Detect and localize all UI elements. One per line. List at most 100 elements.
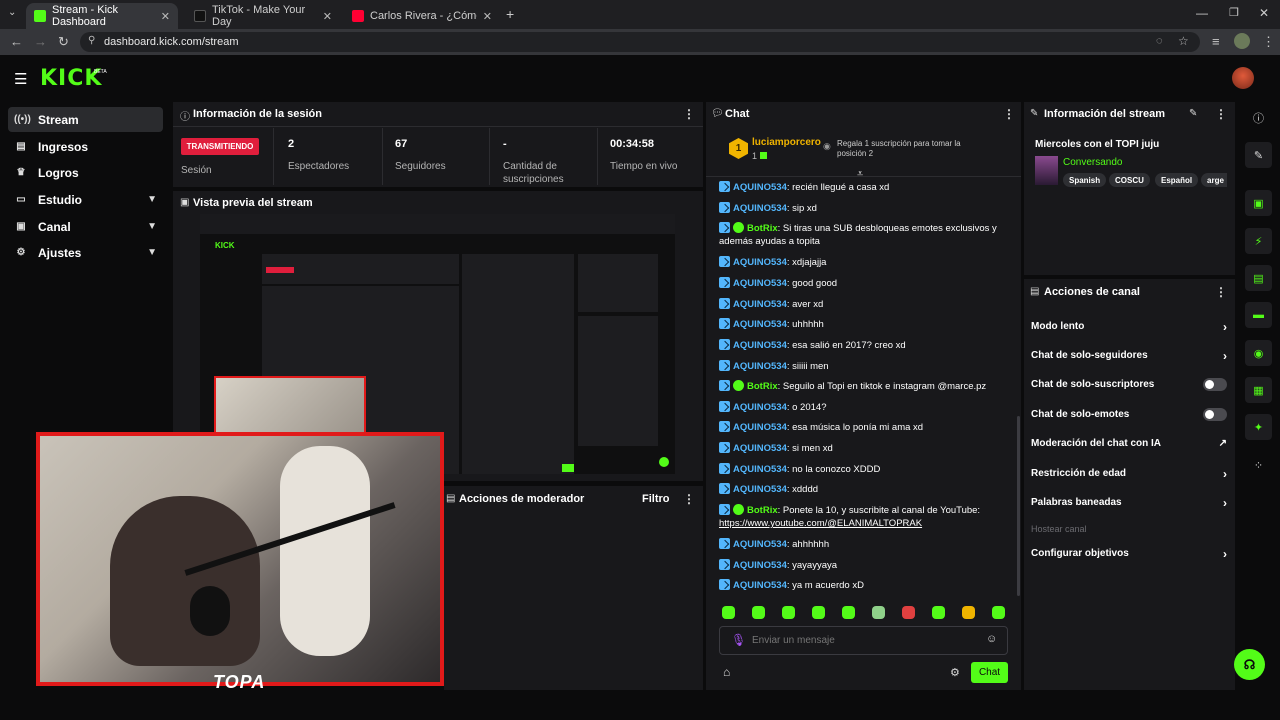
sidebar-item-ingresos[interactable]: ▤ Ingresos <box>8 134 163 159</box>
forward-icon[interactable]: → <box>34 34 47 49</box>
chat-link[interactable]: https://www.youtube.com/@ELANIMALTOPRAK <box>719 518 922 529</box>
help-support-button[interactable]: ☊ <box>1234 649 1265 680</box>
top-gifter-name[interactable]: luciamporcero <box>752 137 821 148</box>
chat-username[interactable]: AQUINO534 <box>733 278 787 289</box>
tab-search-icon[interactable]: ⌄ <box>8 7 16 18</box>
channel-action-5[interactable]: Restricción de edad › <box>1031 466 1227 481</box>
eye-off-icon[interactable]: ◌ <box>1156 35 1163 47</box>
broadcast-icon[interactable]: ◉ <box>1245 340 1272 366</box>
sidebar-item-canal[interactable]: ▣ Canal ▼ <box>8 214 163 239</box>
chat-username[interactable]: AQUINO534 <box>733 580 787 591</box>
stream-info-menu-icon[interactable]: ⋮ <box>1215 107 1227 121</box>
reload-icon[interactable]: ↻ <box>58 34 69 50</box>
tab-kick-dashboard[interactable]: Stream - Kick Dashboard ✕ <box>26 3 178 29</box>
chat-message-input[interactable] <box>752 631 972 650</box>
url-input[interactable]: ⚲ dashboard.kick.com/stream ◌ ☆ <box>80 32 1200 52</box>
category-thumbnail[interactable] <box>1035 156 1058 185</box>
minimize-icon[interactable]: — <box>1196 6 1208 20</box>
user-avatar[interactable] <box>1232 67 1254 89</box>
chat-username[interactable]: BotRix <box>747 505 778 516</box>
chat-username[interactable]: AQUINO534 <box>733 539 787 550</box>
profile-avatar[interactable] <box>1234 33 1250 49</box>
stream-category[interactable]: Conversando <box>1063 157 1122 168</box>
back-icon[interactable]: ← <box>10 34 23 49</box>
pencil-icon[interactable]: ✎ <box>1245 142 1272 168</box>
close-icon[interactable]: ✕ <box>161 10 170 23</box>
chat-username[interactable]: AQUINO534 <box>733 560 787 571</box>
chat-username[interactable]: AQUINO534 <box>733 464 787 475</box>
chat-username[interactable]: AQUINO534 <box>733 182 787 193</box>
chat-username[interactable]: AQUINO534 <box>733 203 787 214</box>
chat-username[interactable]: BotRix <box>747 381 778 392</box>
hamburger-menu-icon[interactable]: ☰ <box>14 70 27 88</box>
emote-button[interactable] <box>872 606 885 619</box>
chat-username[interactable]: AQUINO534 <box>733 484 787 495</box>
moderator-menu-icon[interactable]: ⋮ <box>683 492 695 506</box>
chat-username[interactable]: AQUINO534 <box>733 340 787 351</box>
chat-username[interactable]: AQUINO534 <box>733 422 787 433</box>
emote-button[interactable] <box>962 606 975 619</box>
channel-action-6[interactable]: Palabras baneadas › <box>1031 495 1227 510</box>
sidebar-item-logros[interactable]: ♛ Logros <box>8 160 163 185</box>
channel-action-2[interactable]: Chat de solo-suscriptores <box>1031 377 1227 392</box>
channel-action-8[interactable]: Configurar objetivos › <box>1031 546 1227 561</box>
chat-input-box[interactable]: 🎙︎ ☺ <box>719 626 1008 655</box>
emote-button[interactable] <box>902 606 915 619</box>
new-tab-icon[interactable]: + <box>506 6 514 22</box>
channel-action-3[interactable]: Chat de solo-emotes <box>1031 407 1227 422</box>
tag-chip[interactable]: Español <box>1155 173 1199 187</box>
emote-button[interactable] <box>842 606 855 619</box>
bookmark-star-icon[interactable]: ☆ <box>1178 34 1189 48</box>
pinned-collapse-icon[interactable]: ⩡ <box>857 168 863 181</box>
session-menu-icon[interactable]: ⋮ <box>683 107 695 121</box>
lightning-icon[interactable]: ⚡︎ <box>1245 228 1272 254</box>
toggle-switch[interactable] <box>1203 378 1227 391</box>
channel-action-0[interactable]: Modo lento › <box>1031 319 1227 334</box>
info-icon[interactable]: ⓘ <box>1245 105 1272 131</box>
chat-username[interactable]: AQUINO534 <box>733 319 787 330</box>
maximize-icon[interactable]: ❐ <box>1229 6 1239 19</box>
site-info-icon[interactable]: ⚲ <box>88 35 95 46</box>
channel-action-4[interactable]: Moderación del chat con IA ↗ <box>1031 436 1227 451</box>
emote-button[interactable] <box>812 606 825 619</box>
sidebar-item-estudio[interactable]: ▭ Estudio ▼ <box>8 187 163 212</box>
gift-prompt[interactable]: Regala 1 suscripción para tomar la posic… <box>837 139 987 159</box>
chat-username[interactable]: AQUINO534 <box>733 361 787 372</box>
chat-username[interactable]: AQUINO534 <box>733 402 787 413</box>
window-close-icon[interactable]: ✕ <box>1259 6 1269 20</box>
message-icon[interactable]: ▬ <box>1245 302 1272 328</box>
media-controls-icon[interactable]: ≡ <box>1212 34 1220 49</box>
chat-username[interactable]: AQUINO534 <box>733 443 787 454</box>
filter-button[interactable]: Filtro <box>642 493 670 505</box>
chat-scrollbar[interactable] <box>1017 416 1020 596</box>
channel-action-1[interactable]: Chat de solo-seguidores › <box>1031 348 1227 363</box>
apps-icon[interactable]: ⁘ <box>1245 452 1272 478</box>
store-icon[interactable]: ⌂ <box>723 665 730 679</box>
microphone-icon[interactable]: 🎙︎ <box>731 633 746 647</box>
sidebar-item-ajustes[interactable]: ⚙ Ajustes ▼ <box>8 240 163 265</box>
tab-tiktok[interactable]: TikTok - Make Your Day ✕ <box>186 3 340 29</box>
browser-menu-icon[interactable]: ⋮ <box>1262 34 1275 50</box>
clip-icon[interactable]: ▣ <box>1245 190 1272 216</box>
send-chat-button[interactable]: Chat <box>971 662 1008 683</box>
toggle-switch[interactable] <box>1203 408 1227 421</box>
sidebar-item-stream[interactable]: ((•)) Stream <box>8 107 163 132</box>
wrench-icon[interactable]: ✦ <box>1245 414 1272 440</box>
emote-button[interactable] <box>992 606 1005 619</box>
close-icon[interactable]: ✕ <box>323 10 332 23</box>
emoji-icon[interactable]: ☺ <box>986 633 997 645</box>
close-icon[interactable]: ✕ <box>483 10 492 23</box>
emote-button[interactable] <box>722 606 735 619</box>
emote-button[interactable] <box>782 606 795 619</box>
emote-button[interactable] <box>752 606 765 619</box>
chat-username[interactable]: BotRix <box>747 223 778 234</box>
chat-username[interactable]: AQUINO534 <box>733 257 787 268</box>
tag-chip[interactable]: Spanish <box>1063 173 1107 187</box>
document-icon[interactable]: ▤ <box>1245 265 1272 291</box>
layout-icon[interactable]: ▦ <box>1245 377 1272 403</box>
chat-username[interactable]: AQUINO534 <box>733 299 787 310</box>
tag-chip[interactable]: COSCU <box>1109 173 1150 187</box>
emote-button[interactable] <box>932 606 945 619</box>
channel-actions-menu-icon[interactable]: ⋮ <box>1215 285 1227 299</box>
chat-settings-icon[interactable]: ⚙ <box>950 666 960 679</box>
